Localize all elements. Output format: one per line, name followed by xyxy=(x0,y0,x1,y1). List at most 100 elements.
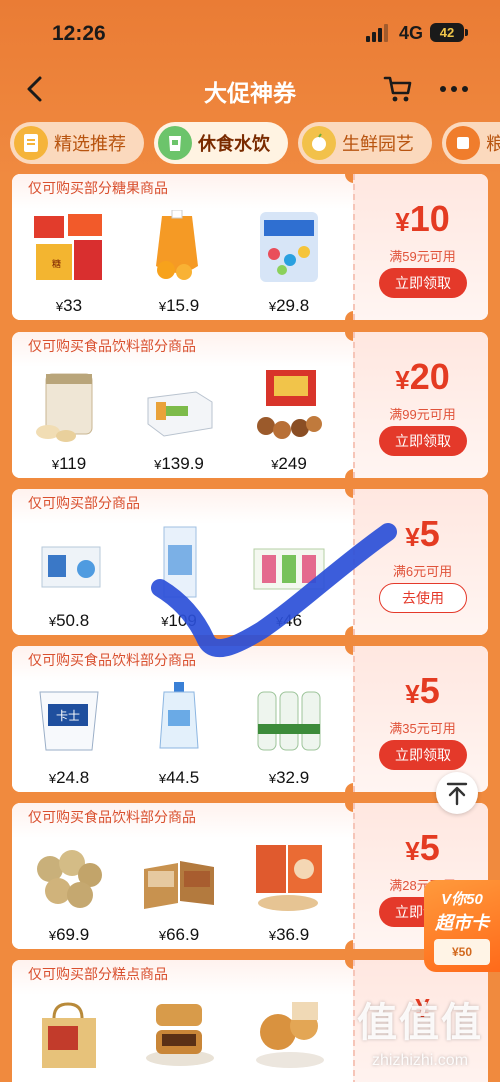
coupon-value-area: ¥5 满6元可用 去使用 xyxy=(353,489,488,635)
coupon-scope: 仅可购买部分糕点商品 xyxy=(28,966,168,982)
product-item[interactable]: ¥50.8 xyxy=(24,525,114,635)
network-type: 4G xyxy=(399,23,424,43)
product-price: ¥44.5 xyxy=(158,768,200,787)
coupon-scope: 仅可购买部分糖果商品 xyxy=(28,180,168,196)
milk-box-image xyxy=(41,546,101,588)
claim-coupon-button[interactable]: 立即领取 xyxy=(379,426,467,456)
nav-bar: 大促神券 xyxy=(0,62,500,116)
coupon-products-area: 仅可购买食品饮料部分商品 卡士 ¥24.8 ¥44.5 ¥32.9 xyxy=(12,646,353,792)
walnuts-image xyxy=(37,850,102,908)
product-price: ¥50.8 xyxy=(48,611,90,630)
product-price: ¥36.9 xyxy=(268,925,310,944)
drink-bottles-image xyxy=(257,691,321,751)
yogurt-cup-image: 卡士 xyxy=(39,691,99,751)
coupon-condition: 满35元可用 xyxy=(389,721,456,736)
product-price: ¥69.9 xyxy=(48,925,90,944)
status-bar: 12:26 4G 42 xyxy=(0,0,500,62)
product-item[interactable]: ¥139.9 xyxy=(134,368,224,478)
juice-carton-box-image xyxy=(147,391,213,437)
product-price: ¥66.9 xyxy=(158,925,200,944)
tab-label: 生鲜园艺 xyxy=(342,134,414,154)
product-price: ¥15.9 xyxy=(158,296,200,315)
coupon-amount: ¥5 xyxy=(405,670,440,711)
mooncake-plate-image xyxy=(256,1002,324,1068)
coupon-condition: 满59元可用 xyxy=(389,249,456,264)
claim-coupon-button[interactable]: 立即领取 xyxy=(379,740,467,770)
product-price: ¥249 xyxy=(271,454,307,473)
more-dots-icon[interactable] xyxy=(438,76,470,102)
fruit-icon xyxy=(302,126,336,160)
coupon-card: 仅可购买食品饮料部分商品 卡士 ¥24.8 ¥44.5 ¥32.9 ¥5 满35… xyxy=(12,646,488,792)
product-item[interactable]: ¥109 xyxy=(134,525,224,635)
vip-card-promo[interactable]: V你50 超市卡 ¥50 xyxy=(424,880,500,972)
product-price: ¥29.8 xyxy=(268,296,310,315)
coupon-scope: 仅可购买食品饮料部分商品 xyxy=(28,652,196,668)
status-time: 12:26 xyxy=(52,22,106,45)
signal-icon xyxy=(366,24,392,42)
candy-bag-image xyxy=(260,212,318,282)
product-item[interactable]: ¥ xyxy=(244,996,334,1082)
coupon-products-area: 仅可购买食品饮料部分商品 ¥119 ¥139.9 ¥249 xyxy=(12,332,353,478)
nut-boxes-image xyxy=(144,861,214,909)
vip-line2: 超市卡 xyxy=(435,913,489,933)
tab-fresh-garden[interactable]: 生鲜园艺 xyxy=(298,122,432,164)
scroll-to-top-button[interactable] xyxy=(436,772,478,814)
coupon-products-area: 仅可购买部分糕点商品 ¥ ¥ ¥ xyxy=(12,960,353,1082)
product-item[interactable]: ¥ xyxy=(24,996,114,1082)
yogurt-pack-image xyxy=(253,548,325,590)
watermark-logo: 值值值 xyxy=(357,1001,483,1045)
product-item[interactable]: ¥69.9 xyxy=(24,839,114,949)
coupon-card: 仅可购买部分商品 ¥50.8 ¥109 ¥46 ¥5 满6元可用 去使用 xyxy=(12,489,488,635)
coupon-amount: ¥10 xyxy=(395,198,450,239)
product-item[interactable]: 糖 ¥33 xyxy=(24,210,114,320)
coupon-value-area: ¥10 满59元可用 立即领取 xyxy=(353,174,488,320)
coupon-products-area: 仅可购买部分商品 ¥50.8 ¥109 ¥46 xyxy=(12,489,353,635)
arrow-up-to-top-icon xyxy=(446,782,468,806)
tab-label: 精选推荐 xyxy=(54,134,126,154)
product-item[interactable]: ¥36.9 xyxy=(244,839,334,949)
product-item[interactable]: ¥249 xyxy=(244,368,334,478)
product-item[interactable]: ¥32.9 xyxy=(244,682,334,792)
product-item[interactable]: ¥46 xyxy=(244,525,334,635)
product-item[interactable]: ¥44.5 xyxy=(134,682,224,792)
coupon-card: 仅可购买食品饮料部分商品 ¥69.9 ¥66.9 ¥36.9 ¥5 满28元可用… xyxy=(12,803,488,949)
site-watermark: 值值值 zhizhizhi.com xyxy=(340,990,500,1082)
tab-featured[interactable]: 精选推荐 xyxy=(10,122,144,164)
coupon-scope: 仅可购买食品饮料部分商品 xyxy=(28,809,196,825)
product-item[interactable]: ¥15.9 xyxy=(134,210,224,320)
featured-icon xyxy=(14,126,48,160)
nut-gift-box-image xyxy=(257,370,322,439)
coupon-amount: ¥5 xyxy=(405,827,440,868)
category-tabs: 精选推荐 休食水饮 生鲜园艺 粮 xyxy=(0,122,500,166)
product-item[interactable]: ¥ xyxy=(134,996,224,1082)
product-price: ¥32.9 xyxy=(268,768,310,787)
page-title: 大促神券 xyxy=(204,80,296,106)
coupon-scope: 仅可购买食品饮料部分商品 xyxy=(28,338,196,354)
mooncake-image xyxy=(146,1004,214,1066)
milk-carton-image xyxy=(163,526,197,598)
product-item[interactable]: 卡士 ¥24.8 xyxy=(24,682,114,792)
tab-snacks-drinks[interactable]: 休食水饮 xyxy=(154,122,288,164)
vip-line1: V你50 xyxy=(441,891,483,908)
coupon-card: 仅可购买部分糖果商品 糖 ¥33 ¥15.9 ¥29.8 ¥10 满59元可用 … xyxy=(12,174,488,320)
claim-coupon-button[interactable]: 立即领取 xyxy=(379,268,467,298)
use-coupon-button[interactable]: 去使用 xyxy=(379,583,467,613)
cart-icon[interactable] xyxy=(383,75,413,103)
grain-icon xyxy=(446,126,480,160)
product-item[interactable]: ¥29.8 xyxy=(244,210,334,320)
tab-grain[interactable]: 粮 xyxy=(442,122,500,164)
battery-cap xyxy=(465,29,468,36)
tab-label: 粮 xyxy=(486,134,500,154)
battery-icon: 42 xyxy=(430,23,464,42)
product-price: ¥109 xyxy=(161,611,197,630)
watermark-site: zhizhizhi.com xyxy=(371,1052,469,1069)
drink-pouch-image xyxy=(159,682,199,749)
product-item[interactable]: ¥66.9 xyxy=(134,839,224,949)
coupon-products-area: 仅可购买食品饮料部分商品 ¥69.9 ¥66.9 ¥36.9 xyxy=(12,803,353,949)
snack-bags-image xyxy=(256,845,322,911)
coupon-condition: 满99元可用 xyxy=(389,407,456,422)
candy-box-image: 糖 xyxy=(34,214,102,280)
svg-text:糖: 糖 xyxy=(52,258,61,270)
product-item[interactable]: ¥119 xyxy=(24,368,114,478)
product-price: ¥24.8 xyxy=(48,768,90,787)
